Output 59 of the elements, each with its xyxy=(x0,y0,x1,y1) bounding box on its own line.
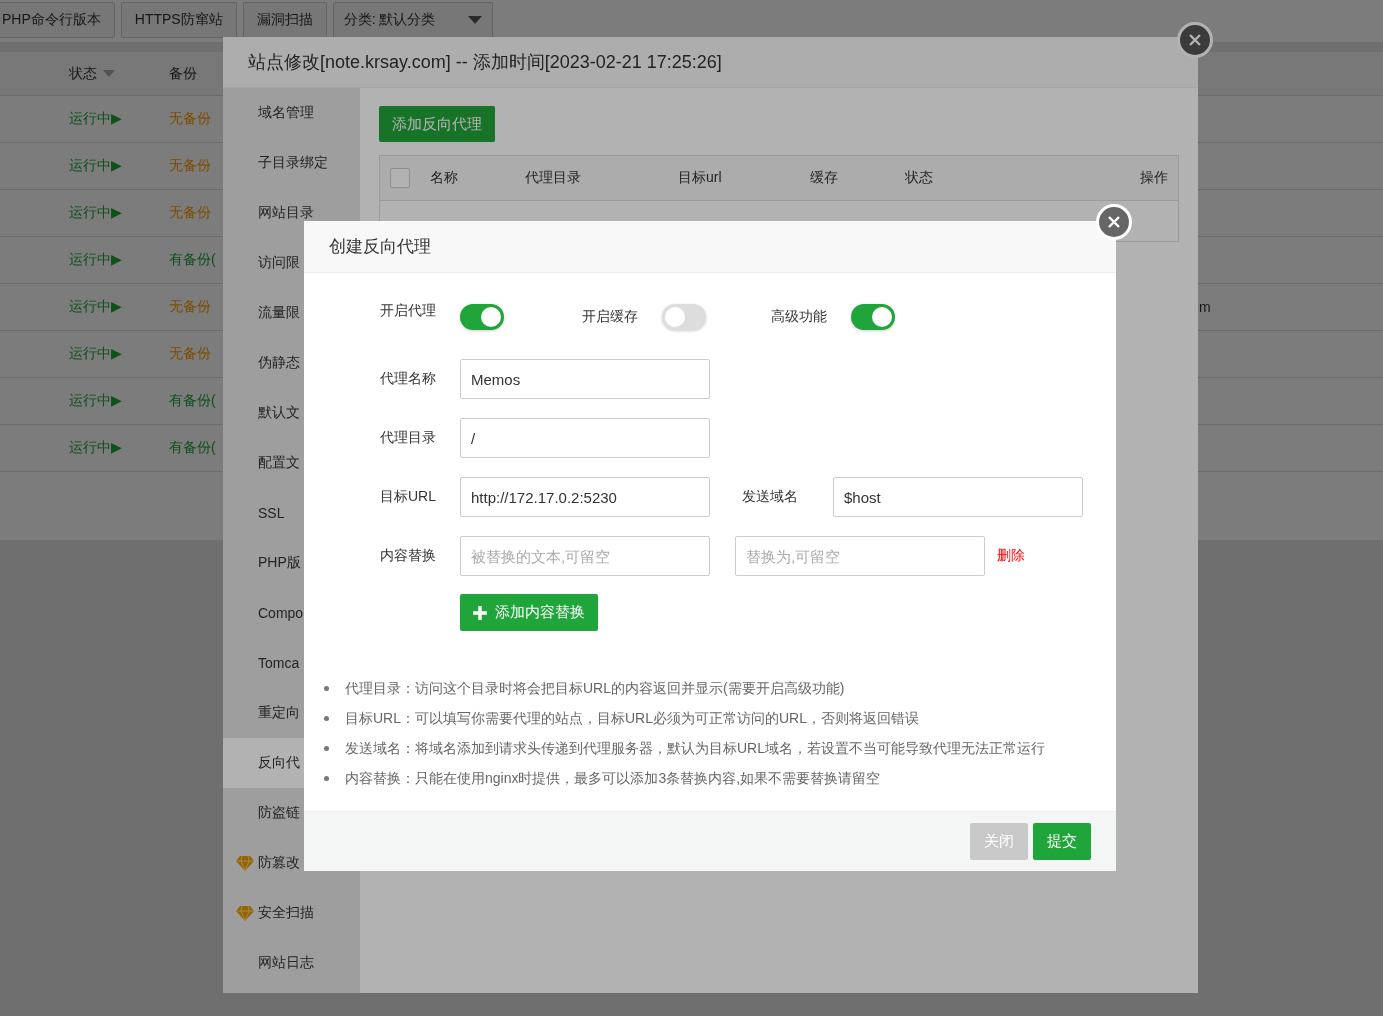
toolbar-button[interactable]: 漏洞扫描 xyxy=(242,2,327,38)
toolbar-button[interactable]: PHP命令行版本 xyxy=(0,2,115,38)
column-header: 状态 xyxy=(905,169,933,187)
column-header: 缓存 xyxy=(810,169,838,187)
column-header: 备份 xyxy=(169,64,197,83)
replace-from-field[interactable]: 被替换的文本,可留空 xyxy=(460,536,710,576)
toggle-switch[interactable] xyxy=(460,304,504,330)
field-label: 代理目录 xyxy=(379,429,436,447)
plus-icon xyxy=(473,605,487,620)
field-label: 代理名称 xyxy=(379,370,436,388)
select-value: 分类: 默认分类 xyxy=(343,11,436,29)
bullet-dot xyxy=(324,745,329,751)
toggle-switch[interactable] xyxy=(662,304,706,330)
dialog-title: 站点修改[note.krsay.com] -- 添加时间[2023-02-21 17:25:26] xyxy=(223,37,1198,88)
field-label: 发送域名 xyxy=(741,488,799,506)
status-link[interactable]: 运行中▶ xyxy=(69,392,122,410)
column-header: 代理目录 xyxy=(525,169,581,187)
diamond-icon xyxy=(236,855,254,871)
toggle-label: 高级功能 xyxy=(771,308,827,326)
status-link[interactable]: 运行中▶ xyxy=(69,439,122,457)
domain-field[interactable]: $host xyxy=(833,477,1083,517)
caret-icon xyxy=(467,16,482,24)
status-link[interactable]: 运行中▶ xyxy=(69,157,122,175)
bullet-dot xyxy=(324,715,329,721)
backup-link[interactable]: 有备份( xyxy=(169,439,216,457)
diamond-icon xyxy=(236,905,254,921)
toggle-label: 开启代理 xyxy=(380,302,436,320)
name-field[interactable]: Memos xyxy=(460,359,710,399)
column-header: 操作 xyxy=(1140,169,1168,187)
category-select[interactable]: 分类: 默认分类 xyxy=(332,2,493,38)
delete-link[interactable]: 删除 xyxy=(997,547,1025,565)
status-link[interactable]: 运行中▶ xyxy=(69,251,122,269)
field-label: 目标URL xyxy=(379,488,436,506)
close-icon xyxy=(1188,33,1202,47)
backup-link[interactable]: 有备份( xyxy=(169,251,216,269)
toggle-switch[interactable] xyxy=(851,304,895,330)
status-link[interactable]: 运行中▶ xyxy=(69,298,122,316)
toolbar-button[interactable]: HTTPS防窜站 xyxy=(120,2,237,38)
submit-button[interactable]: 提交 xyxy=(1033,823,1091,860)
replace-to-field[interactable]: 替换为,可留空 xyxy=(735,536,985,576)
status-link[interactable]: 运行中▶ xyxy=(69,204,122,222)
bullet-dot xyxy=(324,775,329,781)
column-header: 目标url xyxy=(678,169,722,187)
backup-link[interactable]: 有备份( xyxy=(169,392,216,410)
table-cell: m xyxy=(1199,299,1211,315)
status-link[interactable]: 运行中▶ xyxy=(69,345,122,363)
url-field[interactable]: http://172.17.0.2:5230 xyxy=(460,477,710,517)
status-link[interactable]: 运行中▶ xyxy=(69,110,122,128)
field-label: 内容替换 xyxy=(379,547,436,565)
directory-field[interactable]: / xyxy=(460,418,710,458)
add-replace-button[interactable]: 添加内容替换 xyxy=(460,594,598,631)
add-proxy-button[interactable]: 添加反向代理 xyxy=(379,106,495,142)
column-header: 名称 xyxy=(430,169,458,187)
toggle-label: 开启缓存 xyxy=(582,308,638,326)
bullet-dot xyxy=(324,685,329,691)
sort-icon[interactable] xyxy=(103,70,115,77)
checkbox[interactable] xyxy=(390,168,410,188)
close-icon xyxy=(1107,215,1121,229)
column-header: 状态 xyxy=(69,64,97,83)
